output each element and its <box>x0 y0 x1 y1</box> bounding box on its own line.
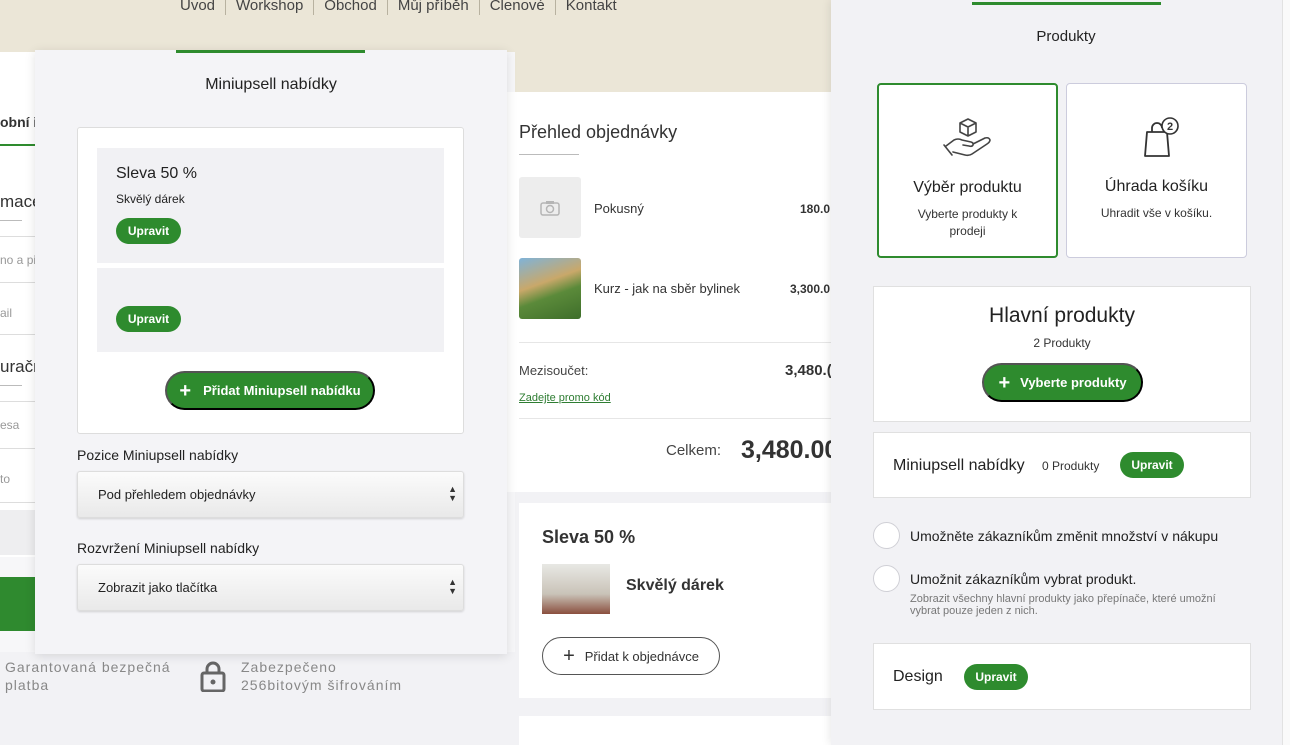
form-field-border <box>0 401 35 402</box>
order-summary-title: Přehled objednávky <box>519 122 678 142</box>
bag-icon: 2 <box>1143 117 1179 157</box>
form-heading-underline <box>0 385 22 386</box>
product-choice-radio[interactable] <box>873 565 900 592</box>
form-field-border <box>0 282 35 283</box>
add-miniupsell-button[interactable]: + Přidat Miniupsell nabídku <box>165 371 375 410</box>
hand-box-icon <box>942 118 991 157</box>
edit-design-button[interactable]: Upravit <box>964 664 1028 690</box>
form-field-border <box>0 448 35 449</box>
form-field-fragment[interactable]: ail <box>0 306 35 320</box>
add-miniupsell-label: Přidat Miniupsell nabídku <box>203 383 361 398</box>
nav-link-uvod[interactable]: Úvod <box>180 0 225 15</box>
type-card-title: Úhrada košíku <box>1104 178 1209 195</box>
upsell-product-thumbnail <box>542 564 610 614</box>
layout-select-value: Zobrazit jako tlačítka <box>98 580 218 595</box>
form-field-border <box>0 334 35 335</box>
design-label: Design <box>893 668 943 685</box>
position-select[interactable]: Pod přehledem objednávky ▲ ▼ <box>77 471 464 518</box>
order-title-underline <box>519 154 579 155</box>
position-select-value: Pod přehledem objednávky <box>98 487 256 502</box>
subtotal-value: 3,480.( <box>785 362 832 379</box>
type-card-product-select[interactable]: Výběr produktu Vyberte produkty k prodej… <box>877 83 1058 258</box>
product-thumbnail-placeholder <box>519 177 581 238</box>
edit-miniupsell-button[interactable]: Upravit <box>116 218 181 244</box>
product-choice-label: Umožnit zákazníkům vybrat produkt. <box>910 571 1137 587</box>
type-card-desc: Uhradit vše v košíku. <box>1100 206 1213 220</box>
main-products-count: 2 Produkty <box>1033 336 1091 350</box>
select-arrows-icon: ▲ ▼ <box>448 577 457 596</box>
main-products-title: Hlavní produkty <box>989 304 1135 327</box>
select-products-button[interactable]: + Vyberte produkty <box>982 363 1143 402</box>
plus-icon: + <box>563 645 575 667</box>
select-arrows-icon: ▲ ▼ <box>448 484 457 503</box>
form-field-gray <box>0 510 35 555</box>
miniupsell-item-name: Sleva 50 % <box>116 165 197 182</box>
upsell-preview-title: Sleva 50 % <box>542 527 636 547</box>
form-heading-underline <box>0 220 22 221</box>
upsell-product-name: Skvělý dárek <box>626 577 724 594</box>
lock-icon <box>200 661 226 692</box>
select-products-label: Vyberte produkty <box>1020 375 1127 390</box>
product-thumbnail <box>519 258 581 319</box>
site-nav: Úvod Workshop Obchod Můj příběh Členové … <box>180 0 627 15</box>
bag-badge-count: 2 <box>1166 121 1172 133</box>
quantity-change-radio[interactable] <box>873 522 900 549</box>
position-label: Pozice Miniupsell nabídky <box>77 447 239 463</box>
plus-icon: + <box>998 371 1011 394</box>
layout-select[interactable]: Zobrazit jako tlačítka ▲ ▼ <box>77 564 464 611</box>
type-card-desc: Vyberte produkty k prodeji <box>917 207 1018 238</box>
next-card <box>519 716 837 745</box>
form-field-fragment[interactable]: no a pi <box>0 253 35 267</box>
panel-title: Produkty <box>1036 28 1096 45</box>
order-item-price: 3,300.0 <box>790 282 831 296</box>
order-item-name: Pokusný <box>594 201 644 216</box>
form-heading-fragment: mace <box>0 192 35 211</box>
popup-title: Miniupsell nabídky <box>205 76 337 93</box>
nav-link-obchod[interactable]: Obchod <box>313 0 387 15</box>
order-divider <box>519 418 837 419</box>
order-divider <box>519 342 837 343</box>
miniupsell-card-count: 0 Produkty <box>1042 459 1100 473</box>
subtotal-label: Mezisoučet: <box>519 363 589 378</box>
miniupsell-card-label: Miniupsell nabídky <box>893 457 1025 474</box>
add-to-order-button[interactable]: + Přidat k objednávce <box>542 637 720 675</box>
camera-icon <box>540 200 560 216</box>
popup-accent-bar <box>176 50 365 53</box>
total-label: Celkem: <box>666 442 722 459</box>
nav-link-kontakt[interactable]: Kontakt <box>554 0 627 15</box>
form-field-fragment[interactable]: esa <box>0 418 35 432</box>
panel-scrollbar[interactable] <box>1282 0 1290 745</box>
nav-link-clenove[interactable]: Členové <box>478 0 555 15</box>
form-field-fragment[interactable]: to <box>0 472 35 486</box>
edit-miniupsell-button[interactable]: Upravit <box>116 306 181 332</box>
form-field-border <box>0 236 35 237</box>
panel-accent-bar <box>972 2 1161 5</box>
promo-code-link[interactable]: Zadejte promo kód <box>519 392 611 404</box>
total-value: 3,480.00 <box>741 436 839 464</box>
type-card-title: Výběr produktu <box>913 179 1022 196</box>
form-tab-fragment: obní i <box>0 114 35 130</box>
nav-link-workshop[interactable]: Workshop <box>225 0 313 15</box>
add-to-order-label: Přidat k objednávce <box>584 648 699 664</box>
form-field-border <box>0 502 35 503</box>
form-tab-underline <box>0 144 35 146</box>
order-item-price: 180.0 <box>800 202 831 216</box>
form-heading-fragment: uračn <box>0 357 35 376</box>
secure-payment-text: Garantovaná bezpečná platba <box>5 659 171 693</box>
nav-link-pribeh[interactable]: Můj příběh <box>386 0 479 15</box>
submit-button-fragment[interactable] <box>0 577 35 631</box>
order-item-name: Kurz - jak na sběr bylinek <box>594 281 740 296</box>
edit-miniupsell-card-button[interactable]: Upravit <box>1120 452 1184 478</box>
miniupsell-item-product: Skvělý dárek <box>116 192 185 206</box>
product-choice-help: Zobrazit všechny hlavní produkty jako př… <box>910 593 1216 617</box>
encryption-text: Zabezpečeno 256bitovým šifrováním <box>241 659 403 693</box>
plus-icon: + <box>179 379 192 402</box>
layout-label: Rozvržení Miniupsell nabídky <box>77 540 260 556</box>
quantity-change-label: Umožněte zákazníkům změnit množství v ná… <box>910 528 1219 544</box>
type-card-cart-payment[interactable]: 2 Úhrada košíku Uhradit vše v košíku. <box>1066 83 1247 258</box>
